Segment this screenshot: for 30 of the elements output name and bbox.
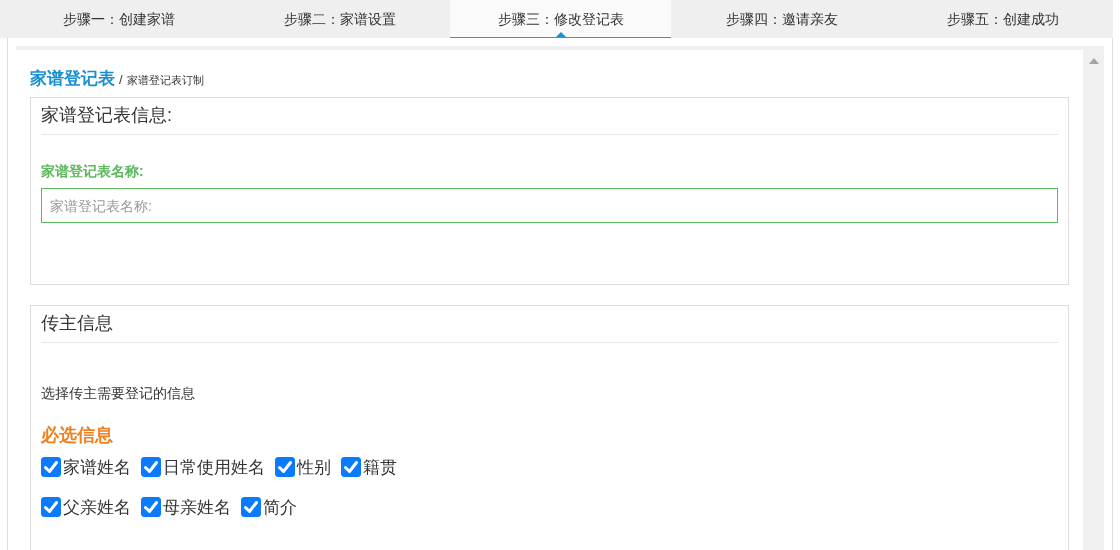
scroll-up-icon[interactable] [1088,58,1099,64]
checkbox[interactable] [341,457,361,477]
checkbox-label: 性别 [297,456,331,479]
checkbox-label: 籍贯 [363,456,397,479]
section-title: 必选信息 [41,425,113,445]
description-text: 选择传主需要登记的信息 [41,385,195,401]
step-tab[interactable]: 步骤三：修改登记表 [450,0,671,38]
scrollbar[interactable] [1083,50,1104,550]
checkbox-label: 日常使用姓名 [163,456,265,479]
checkbox-label: 母亲姓名 [163,496,231,519]
checkbox[interactable] [141,457,161,477]
step-tab[interactable]: 步骤五：创建成功 [892,0,1113,38]
breadcrumb-subtitle: 家谱登记表订制 [126,73,204,88]
checkbox-label: 家谱姓名 [63,456,131,479]
step-tab[interactable]: 步骤一：创建家谱 [8,0,229,38]
checkbox[interactable] [241,497,261,517]
card-heading: 家谱登记表信息: [41,105,172,125]
page-title: 家谱登记表 [30,68,115,90]
field-label: 家谱登记表名称: [41,163,144,179]
breadcrumb-separator: / [119,72,123,87]
checkbox[interactable] [41,457,61,477]
name-input-field[interactable]: 家谱登记表名称: [41,188,1058,223]
step-tab[interactable]: 步骤二：家谱设置 [229,0,450,38]
checkbox-label: 父亲姓名 [63,496,131,519]
checkbox[interactable] [141,497,161,517]
checkbox[interactable] [275,457,295,477]
checkbox[interactable] [41,497,61,517]
step-tab[interactable]: 步骤四：邀请亲友 [671,0,892,38]
card-heading: 传主信息 [41,313,113,333]
checkbox-label: 简介 [263,496,297,519]
